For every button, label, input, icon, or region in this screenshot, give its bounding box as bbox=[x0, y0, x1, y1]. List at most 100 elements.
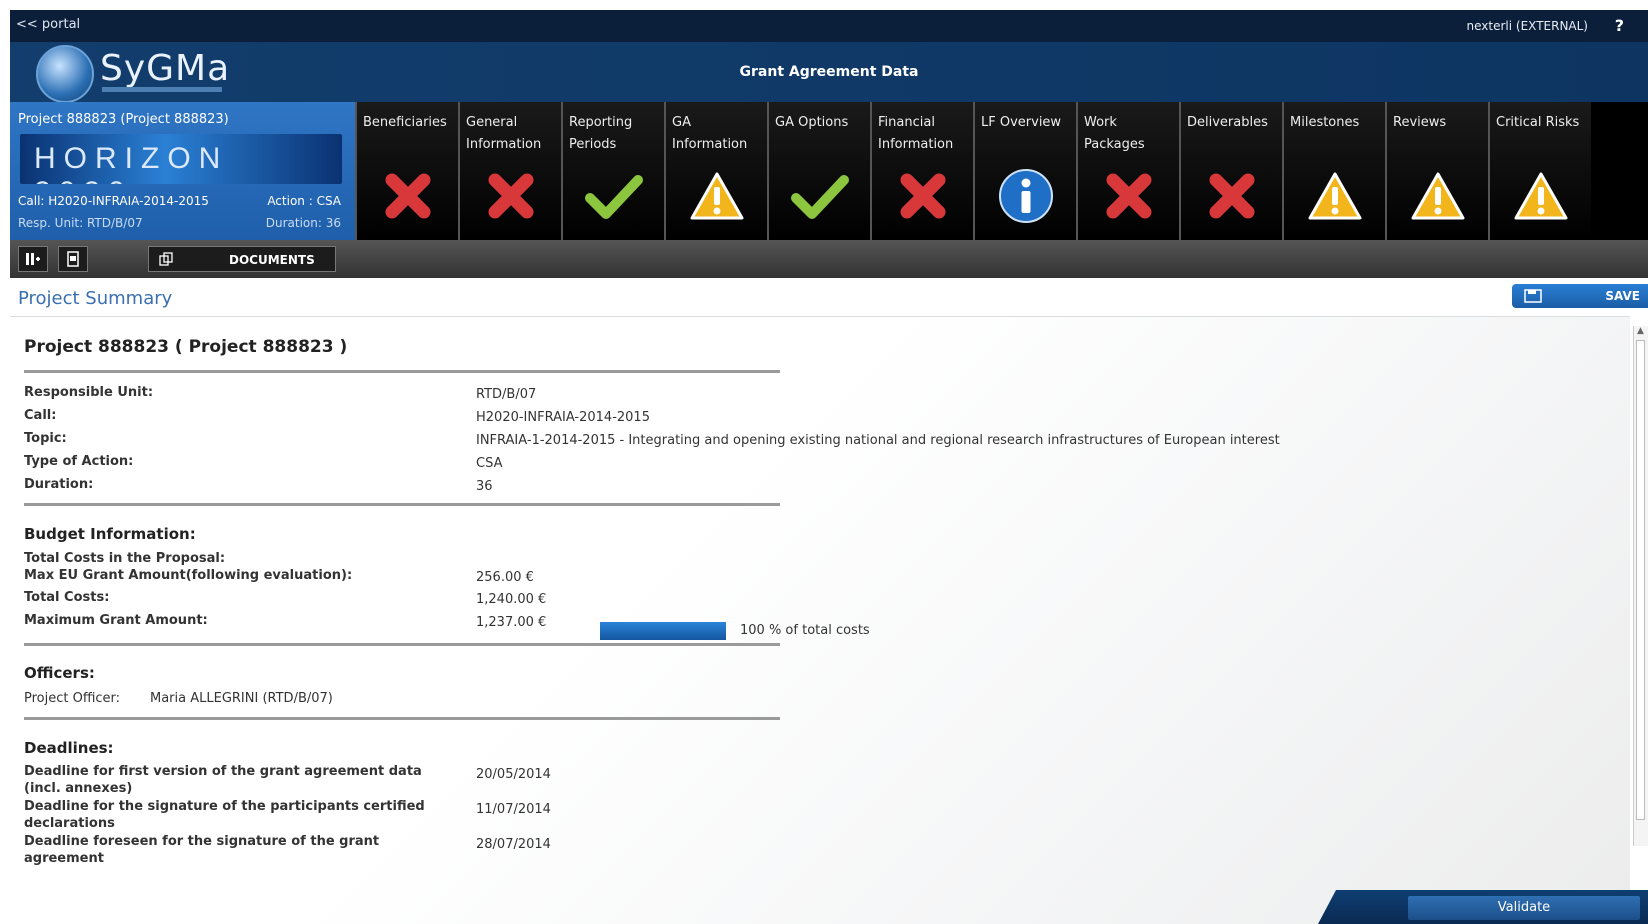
divider bbox=[24, 370, 780, 373]
tab-general-information[interactable]: General Information bbox=[458, 102, 561, 240]
tab-label: GA Information bbox=[672, 115, 748, 152]
save-button[interactable]: SAVE bbox=[1512, 284, 1648, 308]
tab-label: Work Packages bbox=[1084, 115, 1145, 152]
project-card-action: Action : CSA bbox=[267, 194, 341, 208]
deadline-label: Deadline for the signature of the partic… bbox=[24, 799, 425, 831]
summary-panel: Project 888823 ( Project 888823 ) Respon… bbox=[10, 316, 1630, 924]
help-icon[interactable]: ? bbox=[1615, 16, 1624, 35]
deadline-label: Deadline foreseen for the signature of t… bbox=[24, 834, 380, 866]
tab-label: Reporting Periods bbox=[569, 115, 633, 152]
save-label: SAVE bbox=[1605, 289, 1640, 303]
cross-icon bbox=[460, 166, 561, 226]
tab-reporting-periods[interactable]: Reporting Periods bbox=[561, 102, 664, 240]
project-card-title: Project 888823 (Project 888823) bbox=[18, 112, 229, 127]
tab-label: Reviews bbox=[1393, 115, 1447, 130]
validate-button[interactable]: Validate bbox=[1408, 896, 1640, 920]
warning-icon bbox=[1490, 166, 1591, 226]
documents-label: DOCUMENTS bbox=[229, 253, 315, 267]
scrollbar-thumb[interactable] bbox=[1636, 340, 1645, 820]
cross-icon bbox=[1078, 166, 1179, 226]
max-grant-value: 1,237.00 € bbox=[476, 615, 547, 630]
total-costs-value: 1,240.00 € bbox=[476, 592, 547, 607]
max-eu-value: 256.00 € bbox=[476, 570, 534, 585]
app-frame: << portal nexterli (EXTERNAL) ? SyGMa Gr… bbox=[10, 10, 1648, 924]
horizon-2020-banner: HORIZON 2020 bbox=[20, 134, 342, 184]
grant-percent-label: 100 % of total costs bbox=[740, 623, 870, 638]
tab-critical-risks[interactable]: Critical Risks bbox=[1488, 102, 1591, 240]
project-card-duration: Duration: 36 bbox=[265, 216, 341, 230]
tab-deliverables[interactable]: Deliverables bbox=[1179, 102, 1282, 240]
documents-button[interactable]: DOCUMENTS bbox=[148, 246, 336, 272]
horizon-banner-text: HORIZON 2020 bbox=[34, 142, 229, 184]
cross-icon bbox=[1181, 166, 1282, 226]
divider bbox=[24, 643, 780, 646]
officers-heading: Officers: bbox=[24, 664, 95, 682]
tab-label: GA Options bbox=[775, 115, 849, 130]
tab-label: General Information bbox=[466, 115, 542, 152]
tab-label: Financial Information bbox=[878, 115, 954, 152]
tab-label: Beneficiaries bbox=[363, 115, 447, 130]
project-officer-value: Maria ALLEGRINI (RTD/B/07) bbox=[150, 691, 333, 706]
deadline-label: Deadline for first version of the grant … bbox=[24, 764, 422, 796]
logo-tagline-bar bbox=[102, 87, 222, 92]
checkmark-icon bbox=[769, 166, 870, 226]
user-label: nexterli (EXTERNAL) bbox=[1466, 19, 1588, 33]
checkmark-icon bbox=[563, 166, 664, 226]
save-icon bbox=[1524, 289, 1542, 306]
project-officer-label: Project Officer: bbox=[24, 691, 121, 706]
tab-work-packages[interactable]: Work Packages bbox=[1076, 102, 1179, 240]
detail-label: Type of Action: bbox=[24, 454, 134, 469]
project-card: Project 888823 (Project 888823) HORIZON … bbox=[10, 102, 355, 240]
page-header-title: Grant Agreement Data bbox=[739, 64, 919, 80]
tab-navigation: Project 888823 (Project 888823) HORIZON … bbox=[10, 102, 1648, 240]
top-bar: << portal nexterli (EXTERNAL) ? bbox=[10, 10, 1648, 42]
tab-label: Critical Risks bbox=[1496, 115, 1580, 130]
tab-financial-information[interactable]: Financial Information bbox=[870, 102, 973, 240]
validate-bar: Validate bbox=[1318, 890, 1648, 924]
tab-label: Milestones bbox=[1290, 115, 1360, 130]
pause-icon[interactable] bbox=[18, 246, 48, 272]
detail-value: RTD/B/07 bbox=[476, 387, 537, 402]
page-title: Project Summary bbox=[18, 288, 173, 309]
warning-icon bbox=[666, 166, 767, 226]
detail-value: 36 bbox=[476, 479, 493, 494]
warning-icon bbox=[1284, 166, 1385, 226]
tab-beneficiaries[interactable]: Beneficiaries bbox=[355, 102, 458, 240]
deadline-value: 11/07/2014 bbox=[476, 802, 551, 817]
tab-ga-options[interactable]: GA Options bbox=[767, 102, 870, 240]
grant-progress-bar bbox=[600, 622, 726, 640]
max-grant-label: Maximum Grant Amount: bbox=[24, 613, 208, 628]
detail-value: INFRAIA-1-2014-2015 - Integrating and op… bbox=[476, 433, 1280, 448]
deadline-value: 20/05/2014 bbox=[476, 767, 551, 782]
divider bbox=[24, 717, 780, 720]
detail-label: Duration: bbox=[24, 477, 94, 492]
project-card-unit: Resp. Unit: RTD/B/07 bbox=[18, 216, 143, 230]
divider bbox=[24, 503, 780, 506]
grant-progress-fill bbox=[600, 622, 726, 640]
tab-lf-overview[interactable]: LF Overview bbox=[973, 102, 1076, 240]
tab-milestones[interactable]: Milestones bbox=[1282, 102, 1385, 240]
portal-link[interactable]: << portal bbox=[16, 17, 80, 32]
tab-label: LF Overview bbox=[981, 115, 1062, 130]
print-icon[interactable] bbox=[58, 246, 88, 272]
detail-label: Call: bbox=[24, 408, 57, 423]
detail-label: Topic: bbox=[24, 431, 67, 446]
cross-icon bbox=[872, 166, 973, 226]
deadline-value: 28/07/2014 bbox=[476, 837, 551, 852]
tab-label: Deliverables bbox=[1187, 115, 1268, 130]
warning-icon bbox=[1387, 166, 1488, 226]
detail-value: CSA bbox=[476, 456, 503, 471]
total-proposal-label: Total Costs in the Proposal: bbox=[24, 551, 226, 566]
app-header: SyGMa Grant Agreement Data bbox=[10, 42, 1648, 103]
project-card-call: Call: H2020-INFRAIA-2014-2015 bbox=[18, 194, 209, 208]
content-scrollbar[interactable]: ▲ bbox=[1633, 326, 1648, 846]
scroll-up-icon[interactable]: ▲ bbox=[1637, 326, 1644, 336]
detail-value: H2020-INFRAIA-2014-2015 bbox=[476, 410, 650, 425]
tab-ga-information[interactable]: GA Information bbox=[664, 102, 767, 240]
cross-icon bbox=[357, 166, 458, 226]
project-heading: Project 888823 ( Project 888823 ) bbox=[24, 337, 348, 357]
tab-reviews[interactable]: Reviews bbox=[1385, 102, 1488, 240]
detail-label: Responsible Unit: bbox=[24, 385, 154, 400]
total-costs-label: Total Costs: bbox=[24, 590, 110, 605]
documents-icon bbox=[159, 252, 173, 269]
